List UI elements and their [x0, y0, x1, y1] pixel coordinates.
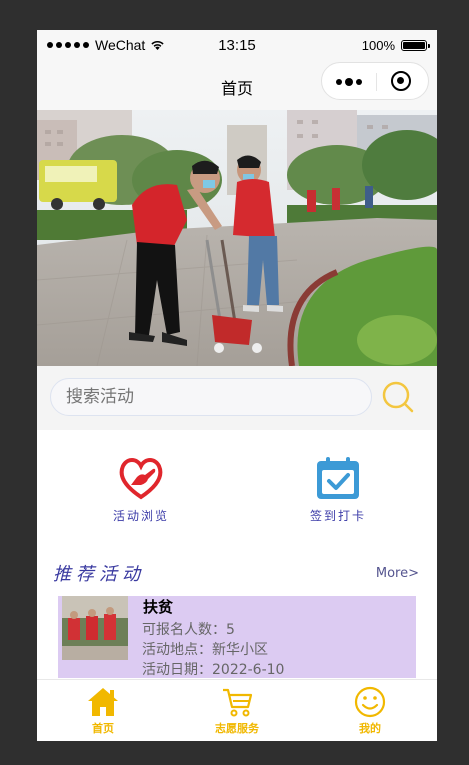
activity-date: 活动日期：2022-6-10 [142, 662, 285, 678]
more-options-icon[interactable] [336, 78, 364, 86]
tab-label: 志愿服务 [215, 722, 259, 735]
tab-label: 我的 [359, 722, 381, 735]
tab-mine[interactable]: 我的 [325, 686, 415, 736]
entry-label: 活动浏览 [112, 509, 169, 523]
capsule-divider [376, 73, 377, 91]
cart-icon [223, 688, 253, 717]
close-miniprogram-icon[interactable] [391, 71, 411, 91]
more-link[interactable]: More> [376, 566, 419, 581]
tab-home[interactable]: 首页 [58, 686, 148, 736]
tab-volunteer-service[interactable]: 志愿服务 [192, 686, 282, 736]
check-in-entry[interactable]: 签到打卡 [293, 455, 383, 524]
activity-name: 扶贫 [143, 598, 174, 616]
status-bar: WeChat 13:15 100% [37, 30, 437, 62]
activity-browse-entry[interactable]: 活动浏览 [96, 455, 186, 524]
navigation-bar: 首页 [37, 62, 437, 110]
home-icon [88, 688, 118, 716]
activity-slots: 可报名人数：5 [142, 622, 235, 638]
activity-thumbnail [62, 596, 128, 660]
banner-image[interactable] [37, 110, 437, 366]
search-input[interactable] [50, 378, 372, 416]
volunteer-photo [37, 110, 437, 366]
battery-icon [401, 40, 430, 51]
activity-card[interactable]: 扶贫 可报名人数：5 活动地点：新华小区 活动日期：2022-6-10 [58, 596, 416, 678]
tab-label: 首页 [92, 722, 114, 735]
tab-bar: 首页 志愿服务 我的 [37, 679, 437, 741]
calendar-check-icon [317, 457, 359, 499]
entry-label: 签到打卡 [309, 509, 366, 523]
search-icon[interactable] [381, 380, 417, 416]
section-title: 推荐活动 [53, 564, 145, 585]
battery-group: 100% [361, 38, 430, 53]
smile-icon [354, 686, 386, 718]
activity-location: 活动地点：新华小区 [142, 642, 268, 658]
heart-hand-icon [119, 458, 163, 500]
battery-percent: 100% [361, 38, 395, 53]
miniprogram-capsule [321, 62, 429, 100]
search-bar [37, 366, 437, 430]
phone-screen: WeChat 13:15 100% 首页 搜索活动 活动浏览 签到打卡 推荐活动… [37, 30, 437, 741]
